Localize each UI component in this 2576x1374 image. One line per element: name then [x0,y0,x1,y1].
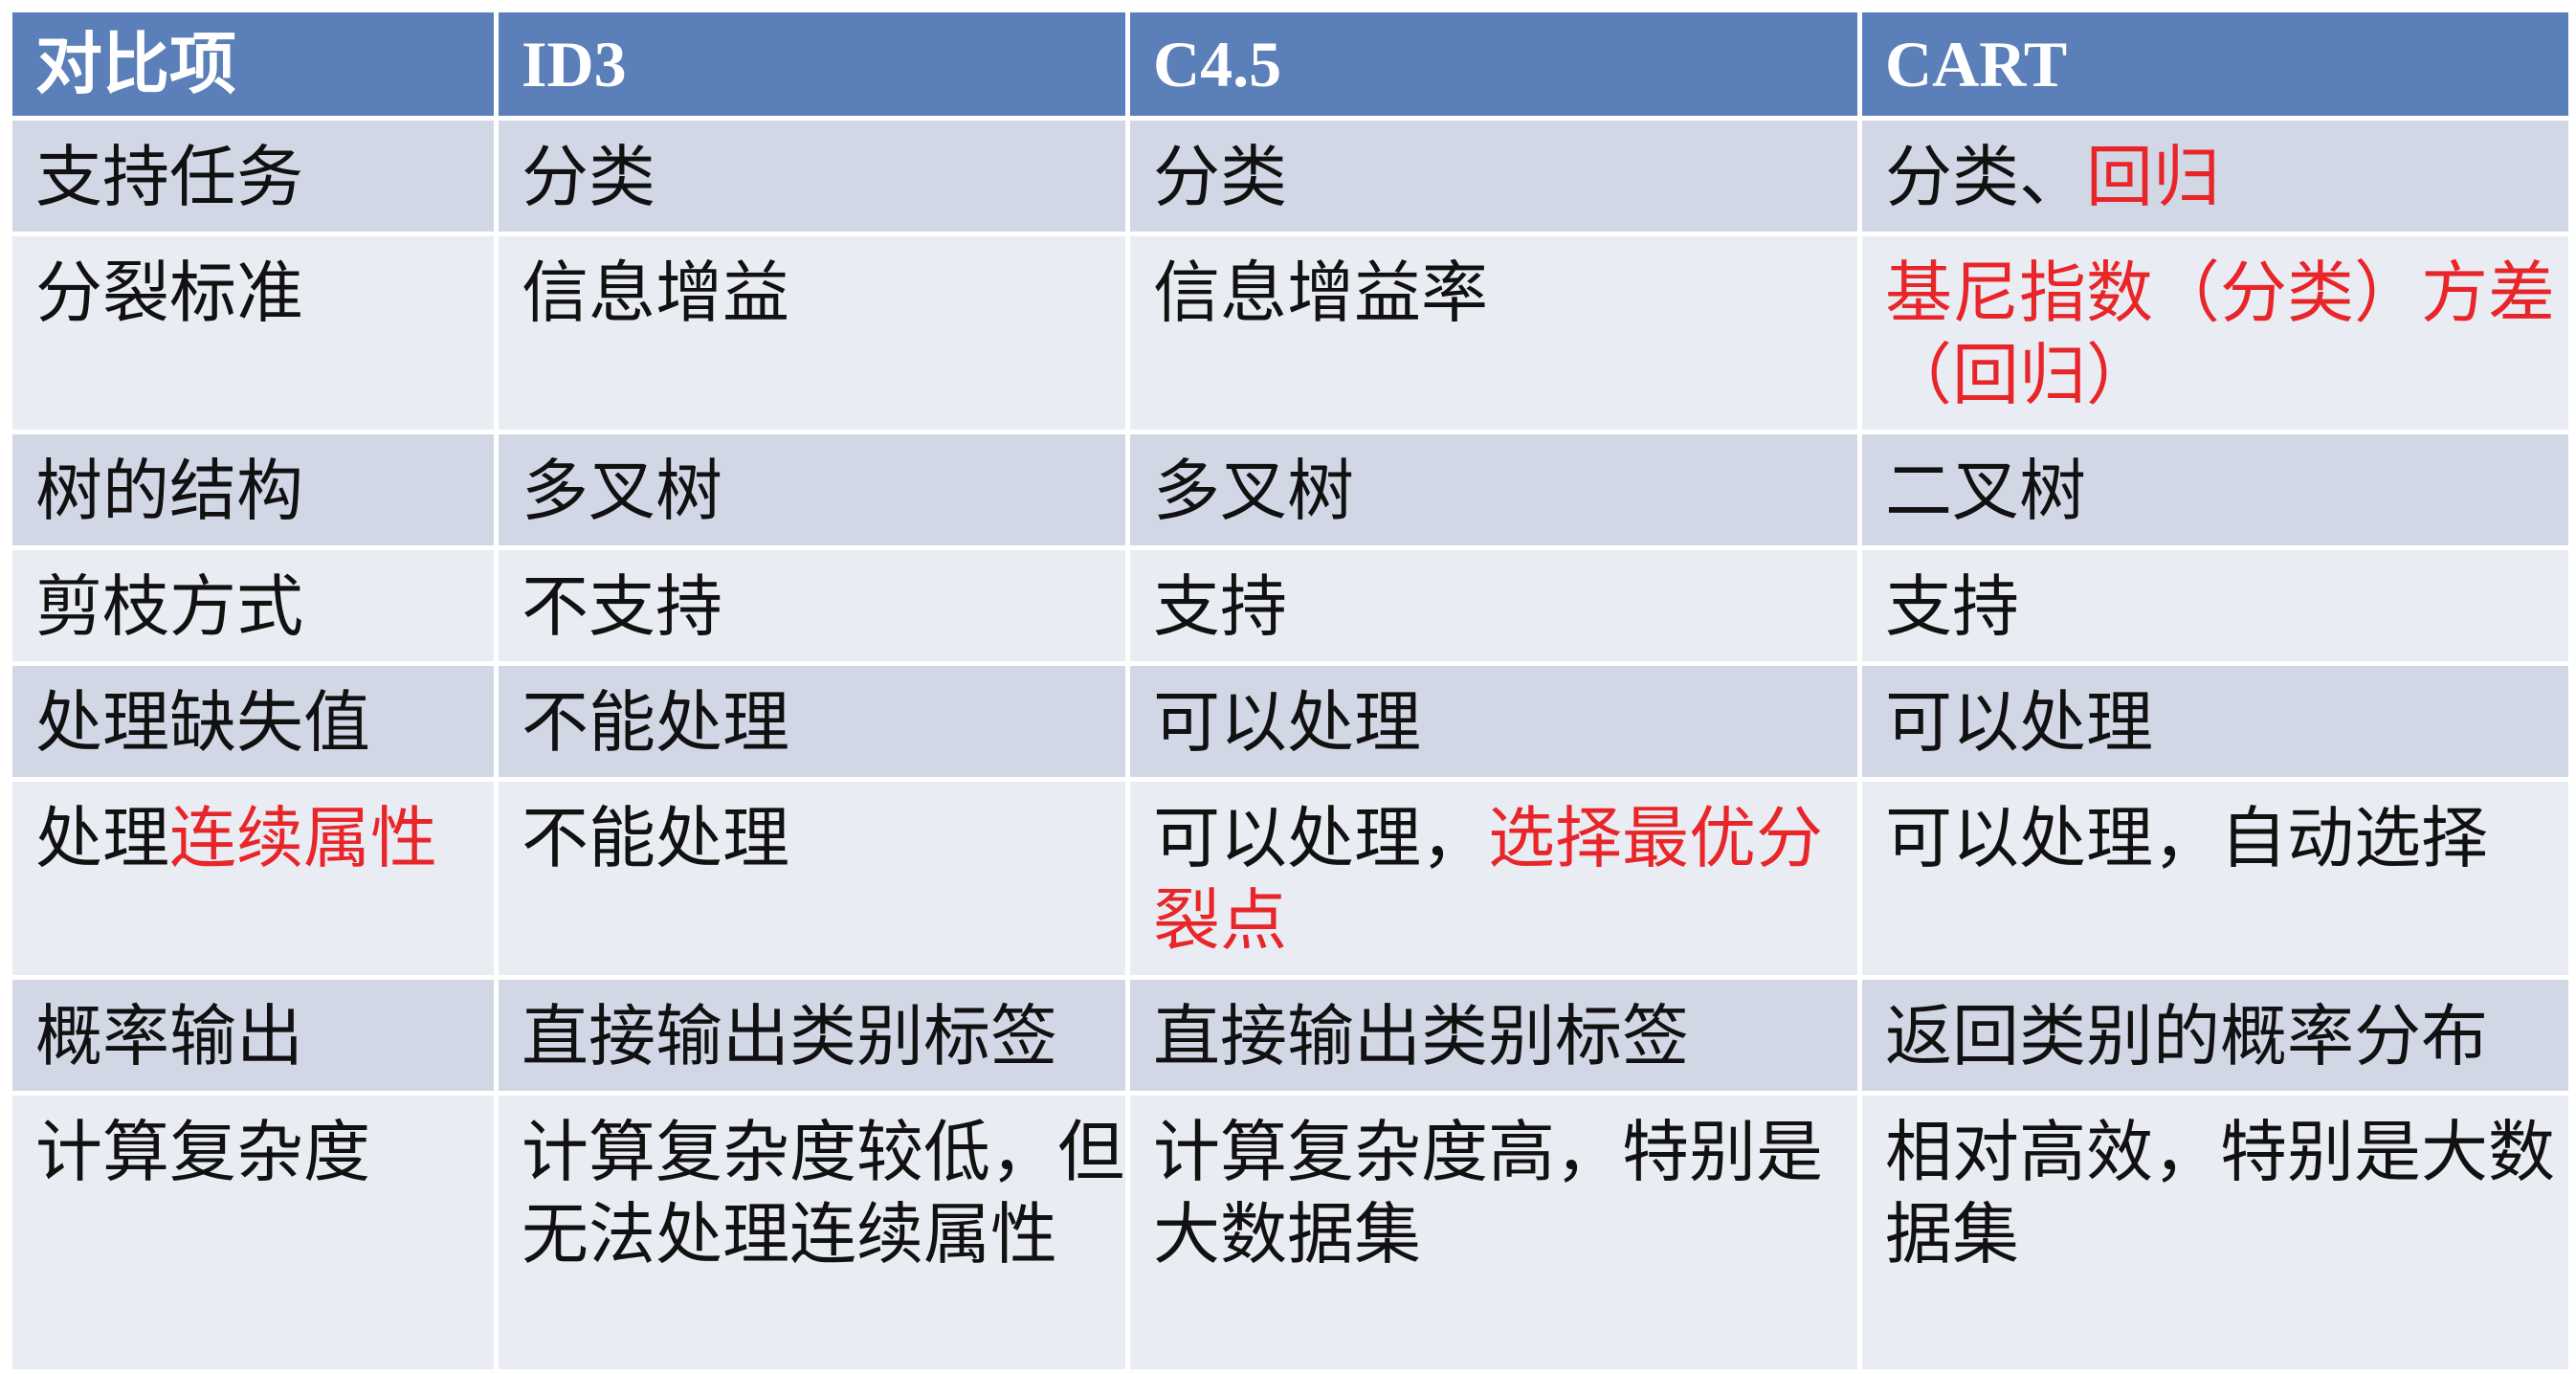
cell-text: 分类、 [1885,138,2086,216]
cell-text: 分类 [1153,138,1287,216]
cell-text: 直接输出类别标签 [522,997,1057,1075]
table-header-row: 对比项 ID3 C4.5 CART [8,8,2573,121]
cell-text: 树的结构 [35,452,303,530]
comparison-table-container: 对比项 ID3 C4.5 CART 支持任务 分类 分类 分类、回归分裂标准 信息增益 信… [8,8,2573,1374]
cell-text: 支持 [1885,567,2019,646]
cell-split-criterion-item: 分裂标准 [8,232,499,434]
decision-tree-comparison-table: 对比项 ID3 C4.5 CART 支持任务 分类 分类 分类、回归分裂标准 信息增益 信… [8,8,2573,1374]
cell-text: 处理 [35,799,169,877]
cell-text: 支持任务 [35,138,303,216]
cell-text: 计算复杂度较低，但无法处理连续属性 [522,1113,1124,1274]
cell-pruning-c45: 支持 [1125,545,1862,666]
cell-text: 不支持 [522,567,722,646]
cell-text: 不能处理 [522,683,789,762]
cell-text: 可以处理 [1153,683,1421,762]
cell-split-criterion-cart: 基尼指数（分类）方差（回归） [1857,232,2573,434]
cell-tree-structure-item: 树的结构 [8,430,499,550]
cell-probability-output-id3: 直接输出类别标签 [494,975,1130,1096]
cell-text: 概率输出 [35,997,303,1075]
cell-continuous-attrs-id3: 不能处理 [494,777,1130,980]
cell-text: 不能处理 [522,799,789,877]
cell-text: 二叉树 [1885,452,2086,530]
cell-text: 分类 [522,138,655,216]
header-cell-id3: ID3 [494,8,1130,121]
table-row-probability-output: 概率输出 直接输出类别标签 直接输出类别标签 返回类别的概率分布 [8,975,2573,1096]
cell-split-criterion-id3: 信息增益 [494,232,1130,434]
cell-pruning-id3: 不支持 [494,545,1130,666]
cell-complexity-c45: 计算复杂度高，特别是大数据集 [1125,1091,1862,1374]
cell-tree-structure-cart: 二叉树 [1857,430,2573,550]
cell-support-task-id3: 分类 [494,116,1130,236]
cell-text: 支持 [1153,567,1287,646]
table-row-continuous-attrs: 处理连续属性 不能处理 可以处理，选择最优分裂点 可以处理，自动选择 [8,777,2573,980]
cell-text: 信息增益率 [1153,254,1488,332]
cell-text: 信息增益 [522,254,789,332]
table-row-pruning: 剪枝方式 不支持 支持 支持 [8,545,2573,666]
table-body: 支持任务 分类 分类 分类、回归分裂标准 信息增益 信息增益率 基尼指数（分类）方差（回归）… [8,116,2573,1374]
cell-missing-values-item: 处理缺失值 [8,661,499,782]
header-cell-c45: C4.5 [1125,8,1862,121]
cell-text: 可以处理 [1885,683,2153,762]
cell-text: 多叉树 [1153,452,1354,530]
cell-text: 剪枝方式 [35,567,303,646]
cell-missing-values-c45: 可以处理 [1125,661,1862,782]
cell-text: 可以处理，自动选择 [1885,799,2488,877]
table-row-support-task: 支持任务 分类 分类 分类、回归 [8,116,2573,236]
cell-probability-output-cart: 返回类别的概率分布 [1857,975,2573,1096]
table-row-missing-values: 处理缺失值 不能处理 可以处理 可以处理 [8,661,2573,782]
cell-complexity-cart: 相对高效，特别是大数据集 [1857,1091,2573,1374]
cell-continuous-attrs-c45: 可以处理，选择最优分裂点 [1125,777,1862,980]
cell-tree-structure-id3: 多叉树 [494,430,1130,550]
cell-probability-output-c45: 直接输出类别标签 [1125,975,1862,1096]
cell-continuous-attrs-cart: 可以处理，自动选择 [1857,777,2573,980]
cell-text: 分裂标准 [35,254,303,332]
cell-continuous-attrs-item: 处理连续属性 [8,777,499,980]
highlighted-text: 回归 [2086,138,2220,216]
highlighted-text: 基尼指数（分类）方差（回归） [1885,254,2555,414]
cell-text: 处理缺失值 [35,683,370,762]
cell-pruning-item: 剪枝方式 [8,545,499,666]
cell-probability-output-item: 概率输出 [8,975,499,1096]
cell-support-task-cart: 分类、回归 [1857,116,2573,236]
cell-text: 直接输出类别标签 [1153,997,1689,1075]
cell-text: 计算复杂度 [35,1113,370,1191]
header-cell-item: 对比项 [8,8,499,121]
cell-missing-values-id3: 不能处理 [494,661,1130,782]
table-row-tree-structure: 树的结构 多叉树 多叉树 二叉树 [8,430,2573,550]
header-cell-cart: CART [1857,8,2573,121]
table-row-complexity: 计算复杂度 计算复杂度较低，但无法处理连续属性 计算复杂度高，特别是大数据集 相对高效… [8,1091,2573,1374]
cell-pruning-cart: 支持 [1857,545,2573,666]
cell-tree-structure-c45: 多叉树 [1125,430,1862,550]
cell-text: 返回类别的概率分布 [1885,997,2488,1075]
cell-text: 多叉树 [522,452,722,530]
cell-missing-values-cart: 可以处理 [1857,661,2573,782]
cell-complexity-id3: 计算复杂度较低，但无法处理连续属性 [494,1091,1130,1374]
cell-text: 相对高效，特别是大数据集 [1885,1113,2555,1274]
cell-text: 可以处理， [1153,799,1488,877]
cell-complexity-item: 计算复杂度 [8,1091,499,1374]
cell-text: 计算复杂度高，特别是大数据集 [1153,1113,1823,1274]
highlighted-text: 连续属性 [169,799,437,877]
table-row-split-criterion: 分裂标准 信息增益 信息增益率 基尼指数（分类）方差（回归） [8,232,2573,434]
cell-support-task-c45: 分类 [1125,116,1862,236]
cell-support-task-item: 支持任务 [8,116,499,236]
cell-split-criterion-c45: 信息增益率 [1125,232,1862,434]
